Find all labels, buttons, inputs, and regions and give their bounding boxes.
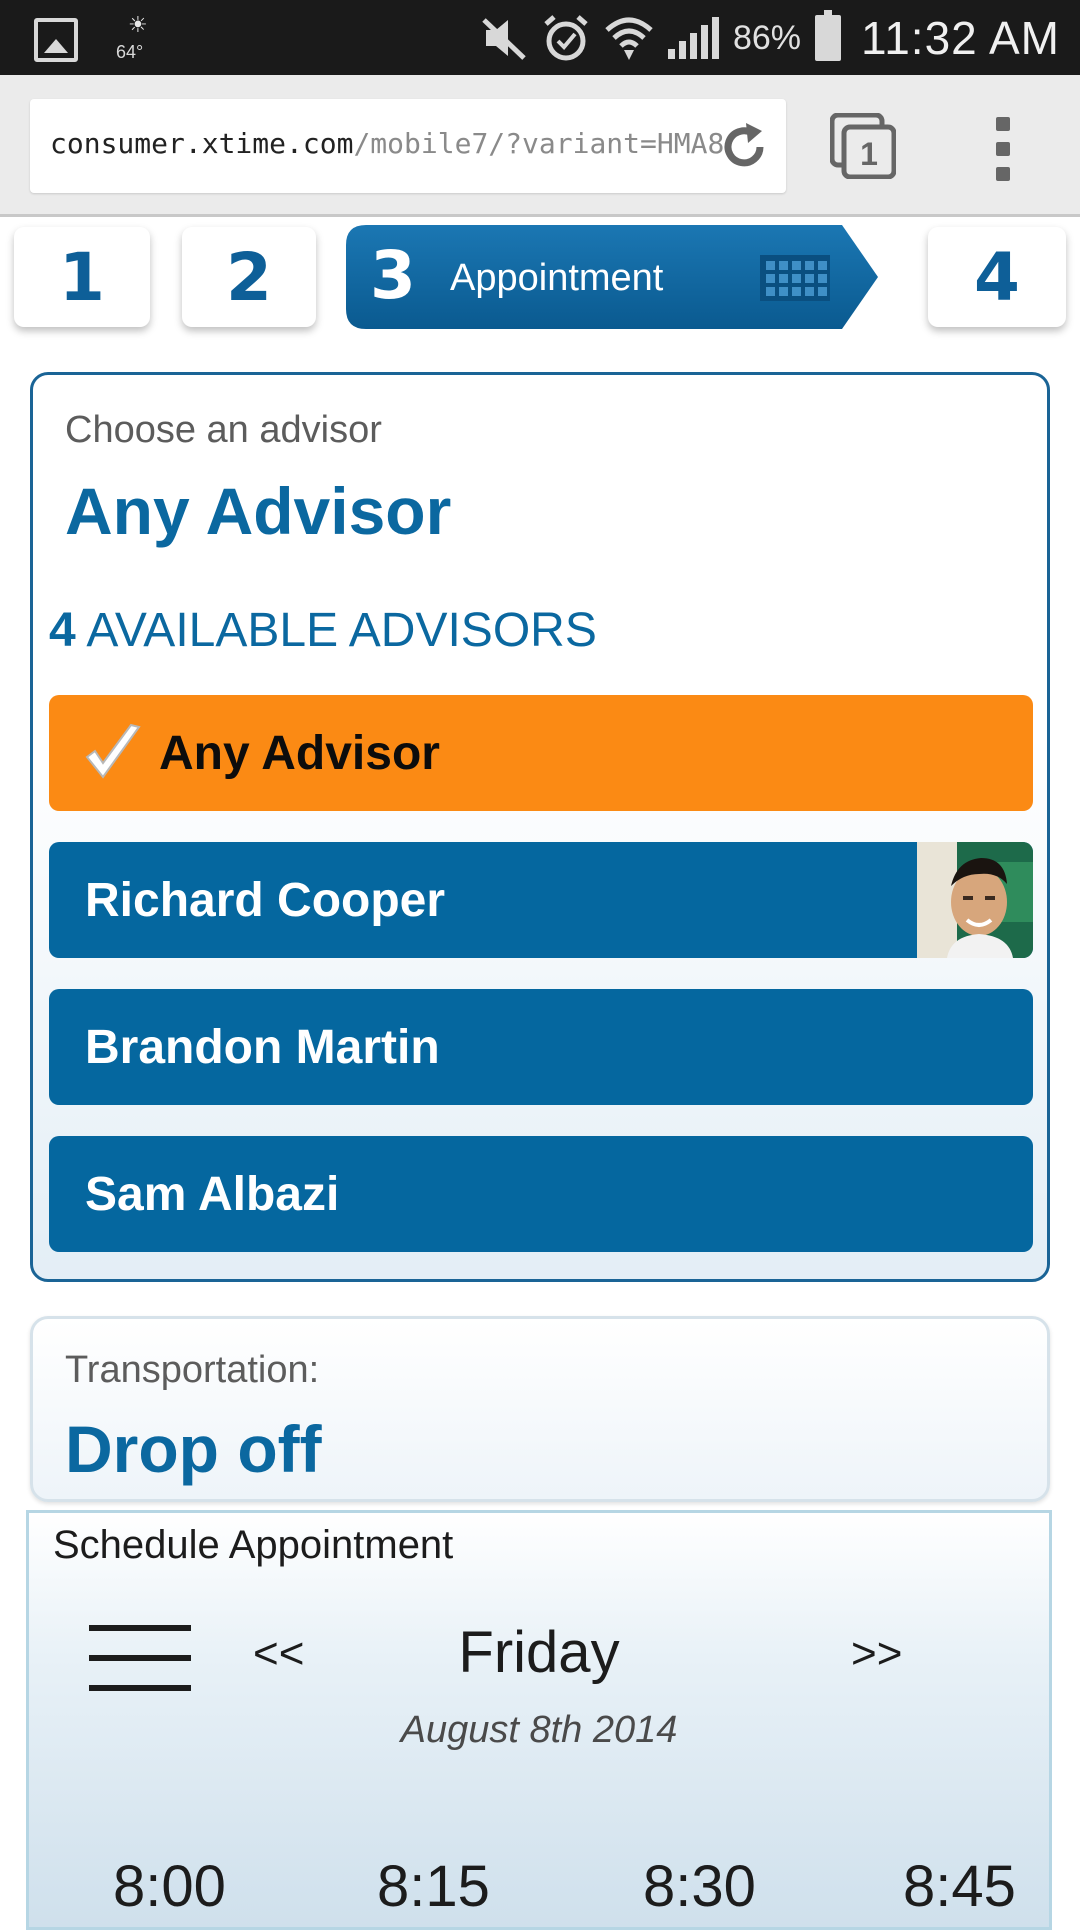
advisor-option-label: Sam Albazi: [85, 1167, 340, 1221]
url-path: /mobile7/?variant=HMA8: [353, 127, 725, 160]
available-count: 4: [49, 604, 76, 657]
time-slot[interactable]: 8:30: [643, 1853, 756, 1920]
weather-icon: ☀ 64°: [116, 12, 148, 62]
wifi-icon: [605, 17, 653, 60]
battery-percent: 86%: [732, 18, 802, 57]
checkmark-icon: [85, 723, 141, 779]
tabs-icon[interactable]: 1: [830, 113, 896, 179]
clock: 11:32 AM: [861, 12, 1060, 64]
battery-icon: [815, 10, 842, 61]
time-slot[interactable]: 8:15: [377, 1853, 490, 1920]
advisor-label: Choose an advisor: [65, 409, 382, 451]
step-3-label: Appointment: [450, 257, 664, 299]
schedule-panel: Schedule Appointment << Friday >> August…: [26, 1510, 1052, 1930]
advisor-option-sam-albazi[interactable]: Sam Albazi: [49, 1136, 1033, 1252]
schedule-title: Schedule Appointment: [53, 1523, 454, 1567]
browser-toolbar: consumer.xtime.com/mobile7/?variant=HMA8…: [0, 75, 1080, 217]
next-day-button[interactable]: >>: [851, 1629, 902, 1679]
mute-icon: [482, 18, 526, 60]
reload-icon[interactable]: [716, 119, 772, 175]
advisor-option-brandon-martin[interactable]: Brandon Martin: [49, 989, 1033, 1105]
url-host: consumer.xtime.com: [50, 127, 354, 160]
transportation-label: Transportation:: [65, 1349, 320, 1391]
step-3-active[interactable]: 3 Appointment: [346, 225, 878, 329]
url-text[interactable]: consumer.xtime.com/mobile7/?variant=HMA8: [50, 127, 730, 160]
gallery-icon: [34, 18, 78, 62]
advisor-option-any[interactable]: Any Advisor: [49, 695, 1033, 811]
alarm-icon: [544, 15, 588, 61]
progress-steps: 1 2 3 Appointment 4: [0, 217, 1080, 347]
available-text: AVAILABLE ADVISORS: [86, 604, 597, 657]
step-2[interactable]: 2: [182, 227, 316, 327]
transportation-card[interactable]: Transportation: Drop off: [30, 1316, 1050, 1502]
overflow-menu-icon[interactable]: [992, 117, 1014, 181]
url-field[interactable]: consumer.xtime.com/mobile7/?variant=HMA8: [30, 99, 786, 193]
advisor-option-richard-cooper[interactable]: Richard Cooper: [49, 842, 1033, 958]
advisor-selected: Any Advisor: [65, 474, 452, 548]
advisor-avatar: [917, 842, 1033, 958]
weather-temp: 64°: [116, 42, 144, 62]
advisor-option-label: Richard Cooper: [85, 873, 446, 927]
time-slot[interactable]: 8:45: [903, 1853, 1016, 1920]
signal-icon: [667, 17, 719, 59]
step-1[interactable]: 1: [14, 227, 150, 327]
advisor-option-label: Brandon Martin: [85, 1020, 440, 1074]
status-bar: ☀ 64° 86% 11:32 AM: [0, 0, 1080, 75]
available-advisors-heading: 4 AVAILABLE ADVISORS: [49, 603, 597, 658]
step-4[interactable]: 4: [928, 227, 1066, 327]
calendar-icon: [760, 255, 830, 301]
tab-count: 1: [860, 136, 878, 172]
time-slot[interactable]: 8:00: [113, 1853, 226, 1920]
day-date: August 8th 2014: [400, 1709, 678, 1751]
step-3-number: 3: [370, 237, 416, 314]
transportation-value: Drop off: [65, 1412, 322, 1486]
advisor-option-label: Any Advisor: [159, 726, 440, 780]
advisor-card: Choose an advisor Any Advisor 4 AVAILABL…: [30, 372, 1050, 1282]
